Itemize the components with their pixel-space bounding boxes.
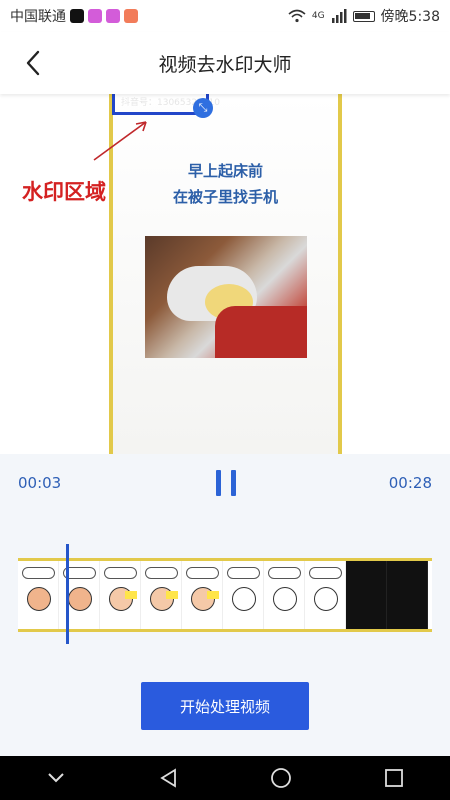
status-right: 4G 傍晚5:38 (288, 6, 440, 26)
app-header: 视频去水印大师 (0, 32, 450, 94)
status-bar: 中国联通 4G 傍晚5:38 (0, 0, 450, 32)
speech-bubble (104, 567, 137, 579)
nav-hide-button[interactable] (36, 758, 76, 798)
video-caption-line2: 在被子里找手机 (172, 188, 278, 206)
start-processing-button[interactable]: 开始处理视频 (141, 682, 309, 730)
timeline-strip[interactable] (18, 558, 432, 632)
timeline-playhead[interactable] (66, 544, 69, 644)
current-time: 00:03 (18, 474, 62, 492)
watermark-area-label: 水印区域 (22, 180, 106, 204)
timeline-thumbnail (305, 561, 346, 629)
pointer-arrow-icon (93, 121, 147, 161)
nav-recents-button[interactable] (374, 758, 414, 798)
face-drawing (232, 587, 256, 611)
face-drawing (27, 587, 51, 611)
yellow-note (125, 591, 137, 599)
timeline-thumbnail (387, 561, 428, 629)
control-panel: 00:03 00:28 开始处理视频 (0, 454, 450, 756)
chevron-left-icon (26, 50, 40, 76)
timeline-thumbnail (182, 561, 223, 629)
signal-icon (331, 9, 347, 23)
yellow-note (166, 591, 178, 599)
status-time: 傍晚5:38 (380, 9, 440, 25)
face-drawing (314, 587, 338, 611)
camera-app-icon (124, 9, 138, 23)
yellow-note (207, 591, 219, 599)
speech-bubble (145, 567, 178, 579)
video-still-image (145, 236, 307, 358)
carrier-label: 中国联通 (10, 9, 66, 25)
timeline-thumbnail (100, 561, 141, 629)
page-title: 视频去水印大师 (158, 53, 292, 76)
timeline-thumbnail (141, 561, 182, 629)
status-left: 中国联通 (10, 6, 138, 26)
square-recents-icon (384, 769, 403, 787)
video-app-icon-2 (106, 9, 120, 23)
tiktok-app-icon (70, 9, 84, 23)
face-drawing (68, 587, 92, 611)
timeline-thumbnail (18, 561, 59, 629)
speech-bubble (309, 567, 342, 579)
timeline-thumbnail (346, 561, 387, 629)
battery-icon (352, 10, 375, 22)
nav-back-button[interactable] (149, 758, 189, 798)
blanket-shape (215, 306, 307, 358)
face-drawing (273, 587, 297, 611)
resize-handle-icon[interactable]: ⤡ (193, 98, 213, 118)
system-nav-bar (0, 756, 450, 800)
speech-bubble (227, 567, 260, 579)
pause-bar-right (231, 470, 236, 496)
chevron-down-icon (48, 773, 64, 783)
video-preview: 早上起床前 在被子里找手机 抖音号：13065327110 ⤡ 水印区域 (0, 94, 450, 454)
timeline-thumbnail (223, 561, 264, 629)
back-button[interactable] (16, 46, 50, 80)
nav-home-button[interactable] (261, 758, 301, 798)
speech-bubble (268, 567, 301, 579)
speech-bubble (186, 567, 219, 579)
video-app-icon (88, 9, 102, 23)
total-time: 00:28 (388, 474, 432, 492)
timeline-thumbnail (264, 561, 305, 629)
circle-home-icon (271, 768, 292, 788)
pause-button[interactable] (216, 468, 236, 498)
network-type: 4G (311, 11, 325, 21)
triangle-back-icon (160, 768, 176, 788)
pause-bar-left (216, 470, 221, 496)
speech-bubble (22, 567, 55, 579)
wifi-icon (288, 9, 306, 23)
